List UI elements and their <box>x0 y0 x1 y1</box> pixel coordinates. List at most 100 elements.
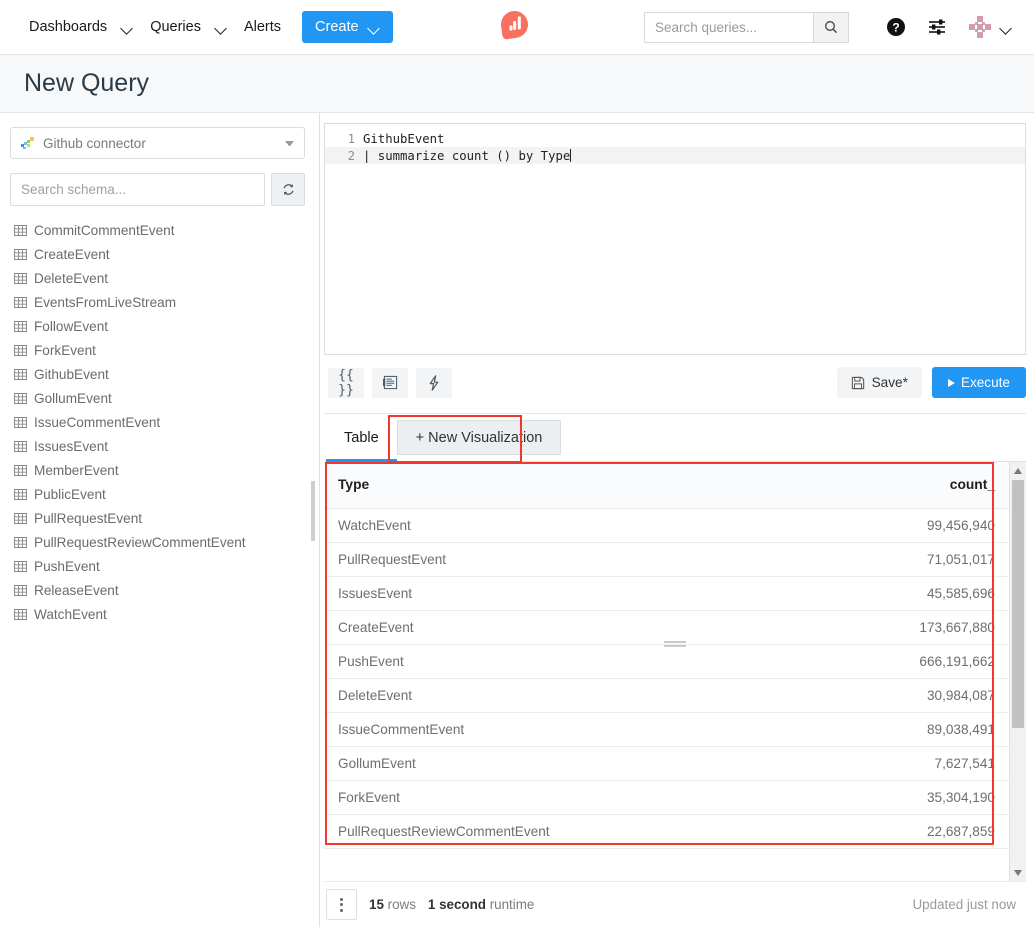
cell-type: WatchEvent <box>324 508 667 542</box>
user-avatar[interactable] <box>967 14 993 40</box>
search-queries-group <box>644 12 849 43</box>
results-footer: 15 rows 1 second runtime Updated just no… <box>324 881 1026 927</box>
schema-item[interactable]: PullRequestEvent <box>14 506 319 530</box>
table-row[interactable]: PullRequestEvent 71,051,017 <box>324 542 1009 576</box>
schema-search-group <box>10 173 305 206</box>
scrollbar-thumb[interactable] <box>1012 480 1024 728</box>
cell-count: 35,304,190 <box>667 780 1010 814</box>
table-row[interactable]: CreateEvent 173,667,880 <box>324 610 1009 644</box>
schema-item[interactable]: MemberEvent <box>14 458 319 482</box>
execute-button[interactable]: Execute <box>932 367 1026 398</box>
settings-button[interactable] <box>917 7 959 47</box>
schema-item[interactable]: CreateEvent <box>14 242 319 266</box>
nav-item-queries[interactable]: Queries <box>143 19 208 35</box>
schema-item[interactable]: GollumEvent <box>14 386 319 410</box>
schema-sidebar: Github connector CommitCommentEvent <box>0 113 320 927</box>
scroll-up-button[interactable] <box>1010 462 1026 479</box>
schema-item[interactable]: GithubEvent <box>14 362 319 386</box>
save-button-label: Save* <box>872 375 908 390</box>
schema-item[interactable]: WatchEvent <box>14 602 319 626</box>
schema-item[interactable]: PublicEvent <box>14 482 319 506</box>
table-row[interactable]: IssueCommentEvent 89,038,491 <box>324 712 1009 746</box>
cell-type: GollumEvent <box>324 746 667 780</box>
cell-count: 7,627,541 <box>667 746 1010 780</box>
runtime-value: 1 second <box>428 897 486 912</box>
line-code: | summarize count () by Type <box>363 149 570 163</box>
table-row[interactable]: PushEvent 666,191,662 <box>324 644 1009 678</box>
schema-item[interactable]: CommitCommentEvent <box>14 218 319 242</box>
table-row[interactable]: DeleteEvent 30,984,087 <box>324 678 1009 712</box>
refresh-schema-button[interactable] <box>271 173 305 206</box>
schema-table-list: CommitCommentEvent CreateEvent DeleteEve… <box>0 218 319 626</box>
table-row[interactable]: WatchEvent 99,456,940 <box>324 508 1009 542</box>
search-input[interactable] <box>644 12 813 43</box>
column-header-count[interactable]: count_ <box>667 462 1010 508</box>
connector-dropdown[interactable]: Github connector <box>10 127 305 159</box>
schema-item-label: DeleteEvent <box>34 271 108 286</box>
schema-item-label: ForkEvent <box>34 343 96 358</box>
format-indent-icon <box>383 375 398 390</box>
schema-item[interactable]: DeleteEvent <box>14 266 319 290</box>
sidebar-scrollbar-thumb[interactable] <box>311 481 315 541</box>
table-icon <box>14 608 27 621</box>
help-button[interactable]: ? <box>875 7 917 47</box>
table-icon <box>14 368 27 381</box>
table-icon <box>14 584 27 597</box>
nav-item-alerts[interactable]: Alerts <box>237 19 288 35</box>
schema-item[interactable]: PushEvent <box>14 554 319 578</box>
create-button[interactable]: Create <box>302 11 393 43</box>
user-menu-chevron-down-icon[interactable] <box>993 24 1022 31</box>
results-options-button[interactable] <box>326 889 357 920</box>
save-button[interactable]: Save* <box>837 367 922 398</box>
format-query-button[interactable] <box>372 368 408 398</box>
cell-count: 666,191,662 <box>667 644 1010 678</box>
nav-dashboards-chevron-down-icon[interactable] <box>114 24 143 31</box>
table-icon <box>14 224 27 237</box>
tab-new-visualization[interactable]: + New Visualization <box>397 420 562 455</box>
create-chevron-down-icon <box>369 24 380 31</box>
app-logo[interactable] <box>498 6 530 42</box>
table-icon <box>14 488 27 501</box>
query-editor[interactable]: 1 GithubEvent 2 | summarize count () by … <box>324 123 1026 355</box>
schema-item[interactable]: EventsFromLiveStream <box>14 290 319 314</box>
lightning-icon <box>427 375 441 391</box>
tab-table[interactable]: Table <box>326 414 397 461</box>
schema-item[interactable]: IssuesEvent <box>14 434 319 458</box>
quick-action-button[interactable] <box>416 368 452 398</box>
table-icon <box>14 416 27 429</box>
table-icon <box>14 344 27 357</box>
query-parameters-button[interactable]: {{ }} <box>328 368 364 398</box>
schema-item-label: PushEvent <box>34 559 100 574</box>
table-row[interactable]: ForkEvent 35,304,190 <box>324 780 1009 814</box>
top-navigation-bar: Dashboards Queries Alerts Create ? <box>0 0 1034 55</box>
runtime-label: runtime <box>486 897 534 912</box>
play-icon <box>948 379 955 387</box>
schema-item-label: MemberEvent <box>34 463 119 478</box>
schema-item[interactable]: IssueCommentEvent <box>14 410 319 434</box>
nav-item-dashboards[interactable]: Dashboards <box>22 19 114 35</box>
schema-item[interactable]: FollowEvent <box>14 314 319 338</box>
text-cursor <box>570 149 571 162</box>
row-count-status: 15 rows <box>369 897 416 912</box>
schema-item[interactable]: ReleaseEvent <box>14 578 319 602</box>
cell-type: PullRequestReviewCommentEvent <box>324 814 667 848</box>
schema-search-input[interactable] <box>10 173 265 206</box>
cell-type: ForkEvent <box>324 780 667 814</box>
column-header-type[interactable]: Type <box>324 462 667 508</box>
svg-text:?: ? <box>892 21 899 35</box>
scroll-down-button[interactable] <box>1010 864 1026 881</box>
nav-queries-chevron-down-icon[interactable] <box>208 24 237 31</box>
schema-item[interactable]: PullRequestReviewCommentEvent <box>14 530 319 554</box>
table-row[interactable]: GollumEvent 7,627,541 <box>324 746 1009 780</box>
table-row[interactable]: IssuesEvent 45,585,696 <box>324 576 1009 610</box>
chevron-up-icon <box>1014 468 1022 474</box>
table-icon <box>14 464 27 477</box>
table-icon <box>14 392 27 405</box>
search-button[interactable] <box>813 12 849 43</box>
schema-item-label: ReleaseEvent <box>34 583 119 598</box>
table-row[interactable]: PullRequestReviewCommentEvent 22,687,859 <box>324 814 1009 848</box>
cell-count: 22,687,859 <box>667 814 1010 848</box>
floppy-disk-icon <box>851 376 865 390</box>
schema-item[interactable]: ForkEvent <box>14 338 319 362</box>
results-scrollbar[interactable] <box>1009 462 1026 881</box>
